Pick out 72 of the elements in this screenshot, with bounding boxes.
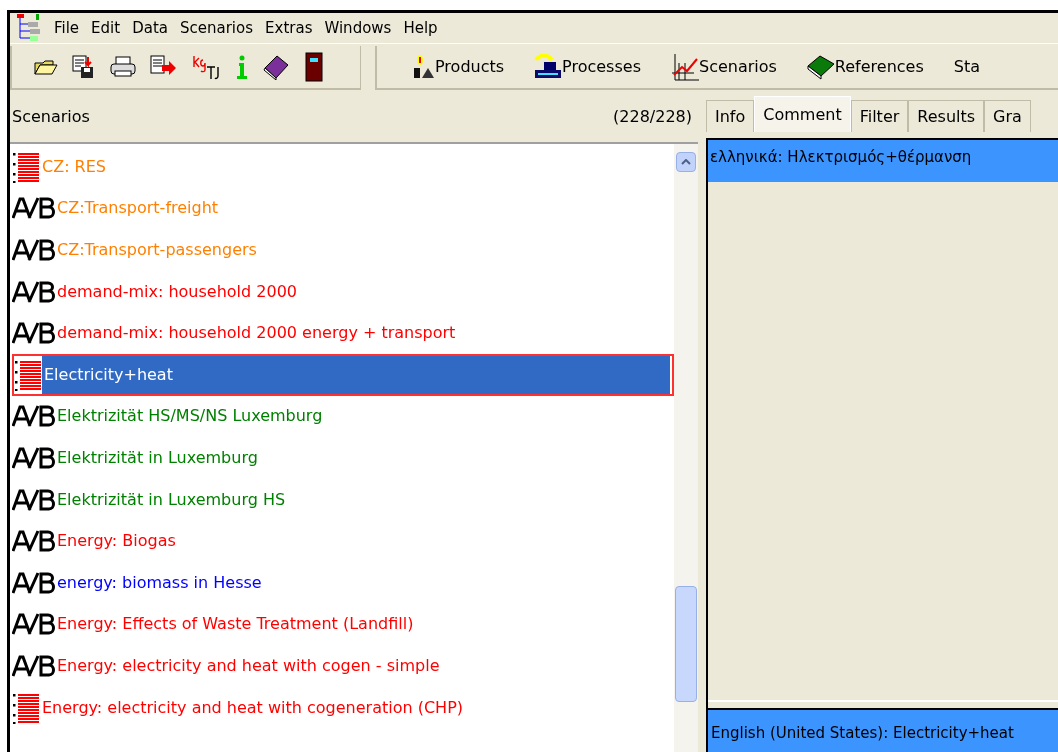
menu-item[interactable]: Extras <box>265 16 313 40</box>
printer-icon[interactable] <box>110 55 136 79</box>
ab-comparison-icon <box>12 405 55 428</box>
scenario-item[interactable]: demand-mix: household 2000 <box>12 270 674 313</box>
chart-icon <box>670 53 699 81</box>
menu-item[interactable]: File <box>54 16 80 40</box>
menu-item[interactable]: Scenarios <box>180 16 254 40</box>
save-document-icon[interactable] <box>72 55 96 79</box>
app-logo-icon <box>16 14 42 42</box>
menu-item[interactable]: Edit <box>91 16 121 40</box>
scenario-label: Energy: Effects of Waste Treatment (Landfill) <box>56 613 414 636</box>
tab[interactable]: Info <box>706 100 755 132</box>
machine-icon <box>534 54 563 80</box>
ab-comparison-icon <box>12 488 55 511</box>
toolbar-button[interactable]: Products <box>411 54 505 80</box>
ab-comparison-icon <box>12 571 55 594</box>
comment-text: ελληνικά: Ηλεκτρισμός+θέρμανση <box>710 148 972 166</box>
scenario-item[interactable]: Elektrizität in Luxemburg <box>12 437 674 479</box>
scenario-label: CZ:Transport-passengers <box>56 239 257 261</box>
scrollbar-thumb[interactable] <box>675 586 697 702</box>
book-icon <box>806 54 835 80</box>
scroll-up-icon[interactable] <box>681 159 691 165</box>
scenario-item[interactable]: Energy: electricity and heat with cogen - simple <box>12 645 674 687</box>
scenario-label: Elektrizität in Luxemburg HS <box>56 488 286 511</box>
scrollbar[interactable] <box>674 144 698 752</box>
scenario-label: CZ: RES <box>41 155 106 178</box>
toolbar-button[interactable]: References <box>806 54 924 80</box>
scenario-item[interactable]: Energy: electricity and heat with cogeneration (CHP) <box>12 686 674 729</box>
comment-text: English (United States): Electricity+heat <box>711 724 1014 742</box>
scenario-label: energy: biomass in Hesse <box>56 571 262 594</box>
tab[interactable]: Comment <box>754 96 851 132</box>
item-count: (228/228) <box>613 106 692 128</box>
scenario-list-icon <box>12 691 40 724</box>
scenario-label: demand-mix: household 2000 <box>56 280 298 303</box>
panel-title: Scenarios <box>12 106 90 128</box>
ab-comparison-icon <box>12 322 55 345</box>
ab-comparison-icon <box>12 446 55 469</box>
ab-comparison-icon <box>12 654 55 677</box>
menu-item[interactable]: Help <box>403 16 438 40</box>
tab[interactable]: Results <box>908 100 985 132</box>
folder-icon[interactable] <box>34 57 58 77</box>
scenario-item[interactable]: Elektrizität HS/MS/NS Luxemburg <box>12 395 674 438</box>
scenario-label: Energy: electricity and heat with cogen - simple <box>56 654 440 677</box>
scenario-list-icon <box>14 358 42 391</box>
scenario-item[interactable]: Energy: Effects of Waste Treatment (Landfill) <box>12 603 674 646</box>
product-stack-icon <box>411 54 435 80</box>
ab-comparison-icon <box>12 197 55 220</box>
menu-item[interactable]: Windows <box>324 16 392 40</box>
menu-item[interactable]: Data <box>132 16 168 40</box>
unit-conversion-icon[interactable] <box>192 54 222 80</box>
scenario-label: Energy: Biogas <box>56 530 176 553</box>
scenario-label: Energy: electricity and heat with cogeneration (CHP) <box>41 696 463 719</box>
ab-comparison-icon <box>12 613 55 636</box>
ab-comparison-icon <box>12 239 55 261</box>
scenario-label: Elektrizität in Luxemburg <box>56 446 258 469</box>
ab-comparison-icon <box>12 280 55 303</box>
scenario-item[interactable]: demand-mix: household 2000 energy + transport <box>12 312 674 354</box>
toolbar-button[interactable]: Sta <box>953 55 980 79</box>
scenario-list-icon <box>12 150 40 183</box>
toolbar-button[interactable]: Scenarios <box>670 53 777 81</box>
scenario-item[interactable]: energy: biomass in Hesse <box>12 561 674 604</box>
scenario-label: CZ:Transport-freight <box>56 197 219 220</box>
scenario-label: demand-mix: household 2000 energy + transport <box>56 322 456 345</box>
tab[interactable]: Filter <box>850 100 909 132</box>
scenario-item[interactable]: Energy: Biogas <box>12 520 674 562</box>
door-icon[interactable] <box>304 52 324 82</box>
ab-comparison-icon <box>12 530 55 553</box>
scenario-item[interactable]: Elektrizität in Luxemburg HS <box>12 478 674 521</box>
scenario-label: Elektrizität HS/MS/NS Luxemburg <box>56 405 323 428</box>
help-book-icon[interactable] <box>262 54 290 80</box>
tab[interactable]: Gra <box>984 100 1031 132</box>
toolbar-button[interactable]: Processes <box>534 54 641 80</box>
